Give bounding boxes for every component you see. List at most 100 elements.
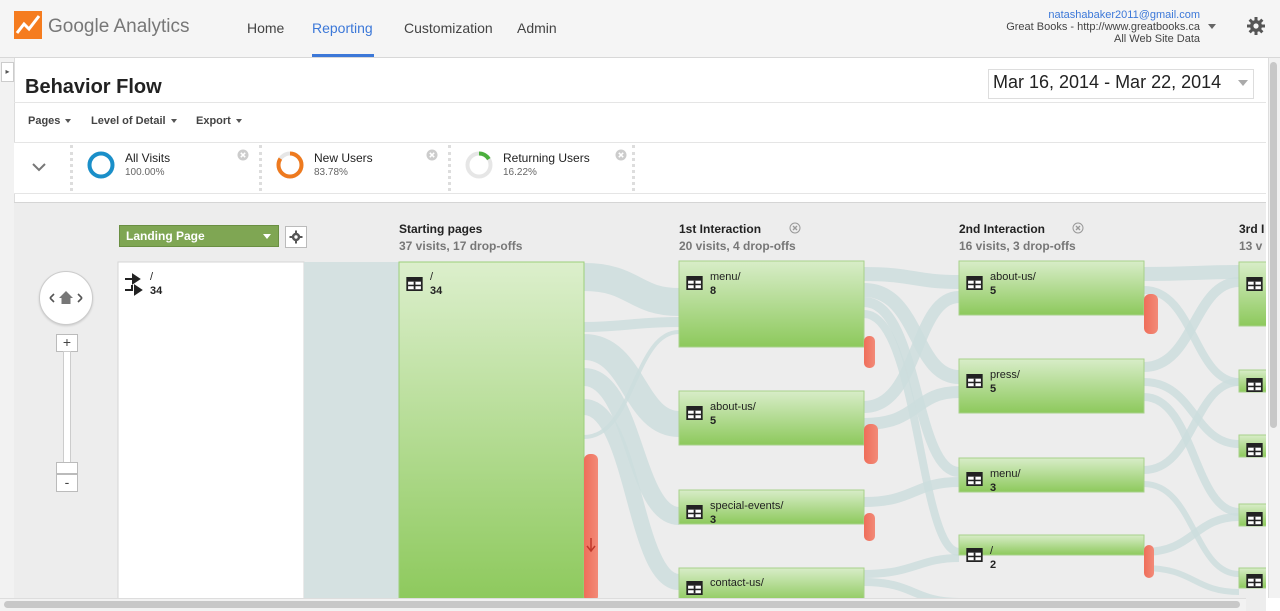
column-title: 1st Interaction: [679, 222, 762, 236]
vertical-scrollbar-thumb[interactable]: [1270, 62, 1277, 428]
zoom-pan-control[interactable]: [39, 271, 93, 325]
account-email[interactable]: natashabaker2011@gmail.com: [1048, 9, 1200, 21]
dropoff-bar[interactable]: [1144, 545, 1154, 578]
node-count: 5: [990, 383, 997, 395]
node-label[interactable]: /: [990, 545, 993, 557]
account-dropdown-icon[interactable]: [1208, 24, 1216, 29]
node-label[interactable]: contact-us/: [710, 577, 764, 589]
node-1-contact-us[interactable]: [678, 567, 865, 598]
node-count: 3: [710, 514, 717, 526]
node-2-press[interactable]: [958, 358, 1145, 414]
page-icon: [1246, 574, 1263, 588]
account-property[interactable]: Great Books - http://www.greatbooks.ca: [1006, 21, 1200, 33]
segment-returning-users[interactable]: Returning Users 16.22%: [448, 145, 631, 191]
column-subtitle: 37 visits, 17 drop-offs: [399, 239, 523, 253]
nav-customization[interactable]: Customization: [404, 20, 493, 36]
node-label[interactable]: about-us/: [990, 271, 1036, 283]
expand-sidebar-icon[interactable]: ▸: [1, 62, 14, 82]
home-icon[interactable]: [40, 272, 92, 324]
dropoff-bar[interactable]: [584, 454, 598, 598]
page-icon: [1246, 512, 1263, 526]
node-label[interactable]: about-us/: [710, 401, 756, 413]
analytics-logo-icon[interactable]: [14, 11, 42, 39]
landing-page-column: [117, 261, 305, 598]
segment-name: Returning Users: [503, 151, 590, 165]
page-icon: [966, 374, 983, 388]
page-icon: [1246, 277, 1263, 291]
remove-column-icon[interactable]: [789, 222, 801, 234]
pages-menu[interactable]: Pages: [28, 115, 72, 127]
column-title: Starting pages: [399, 222, 483, 236]
date-range-caret-icon[interactable]: [1238, 80, 1248, 86]
sidebar-collapse-strip: [0, 58, 15, 610]
segment-name: All Visits: [125, 151, 171, 165]
nav-admin[interactable]: Admin: [517, 20, 557, 36]
starting-page-node[interactable]: [398, 261, 585, 598]
dropoff-bar[interactable]: [1144, 294, 1158, 334]
remove-segment-icon[interactable]: [615, 149, 627, 161]
column-title: 2nd Interaction: [959, 222, 1046, 236]
node-1-about-us[interactable]: [678, 390, 865, 446]
segment-ring-icon: [276, 151, 304, 179]
node-2-home[interactable]: [958, 534, 1145, 556]
nav-home[interactable]: Home: [247, 20, 284, 36]
node-label[interactable]: press/: [990, 369, 1020, 381]
column-subtitle: 16 visits, 3 drop-offs: [959, 239, 1076, 253]
node-2-menu[interactable]: [958, 457, 1145, 493]
node-label[interactable]: /: [430, 271, 433, 283]
pages-menu-label: Pages: [28, 115, 61, 127]
page-icon: [686, 581, 703, 595]
node-label[interactable]: menu/: [990, 468, 1021, 480]
page-icon: [686, 276, 703, 290]
node-count: 5: [990, 285, 997, 297]
flow-links-3: [1143, 265, 1240, 595]
node-count: 5: [710, 415, 717, 427]
dropoff-bar[interactable]: [864, 513, 875, 541]
remove-column-icon[interactable]: [1072, 222, 1084, 234]
account-view[interactable]: All Web Site Data: [1114, 33, 1200, 45]
level-of-detail-label: Level of Detail: [91, 115, 166, 127]
caret-down-icon: [263, 234, 271, 239]
remove-segment-icon[interactable]: [237, 149, 249, 161]
zoom-in-button[interactable]: +: [56, 334, 78, 352]
dropoff-bar[interactable]: [864, 336, 875, 368]
remove-segment-icon[interactable]: [426, 149, 438, 161]
segment-collapse-chevron-icon[interactable]: [30, 160, 48, 174]
node-2-about-us[interactable]: [958, 260, 1145, 316]
nav-reporting[interactable]: Reporting: [312, 20, 373, 36]
segment-percent: 16.22%: [503, 167, 537, 178]
landing-node-label[interactable]: /: [150, 271, 153, 283]
logo-text[interactable]: Google Analytics: [48, 16, 190, 38]
segment-ring-icon: [87, 151, 115, 179]
caret-down-icon: [235, 119, 242, 124]
level-of-detail-menu[interactable]: Level of Detail: [91, 115, 177, 127]
page-icon: [686, 505, 703, 519]
segment-new-users[interactable]: New Users 83.78%: [259, 145, 442, 191]
dimension-settings-icon[interactable]: [285, 226, 307, 248]
node-label[interactable]: special-events/: [710, 500, 783, 512]
node-count: 34: [430, 285, 443, 297]
zoom-slider-handle[interactable]: [56, 462, 78, 474]
node-count: 2: [990, 559, 997, 571]
node-3[interactable]: [1238, 261, 1266, 327]
node-1-menu[interactable]: [678, 260, 865, 348]
zoom-slider-track[interactable]: [63, 351, 71, 466]
flow-diagram: [117, 260, 1266, 598]
flow-link: [304, 262, 399, 598]
caret-down-icon: [65, 119, 72, 124]
active-nav-indicator: [312, 54, 374, 57]
horizontal-scrollbar-thumb[interactable]: [4, 601, 1240, 608]
date-range-text[interactable]: Mar 16, 2014 - Mar 22, 2014: [993, 72, 1221, 93]
dropoff-bar[interactable]: [864, 424, 878, 464]
dimension-select-label: Landing Page: [126, 229, 205, 243]
segment-all-visits[interactable]: All Visits 100.00%: [70, 145, 253, 191]
segment-separator: [632, 145, 638, 191]
flow-links-1: [582, 263, 681, 590]
export-menu[interactable]: Export: [196, 115, 242, 127]
settings-gear-icon[interactable]: [1246, 16, 1266, 36]
dimension-select[interactable]: Landing Page: [119, 225, 279, 247]
node-count: 3: [990, 482, 997, 494]
segment-percent: 100.00%: [125, 167, 165, 178]
node-label[interactable]: menu/: [710, 271, 741, 283]
zoom-out-button[interactable]: -: [56, 474, 78, 492]
